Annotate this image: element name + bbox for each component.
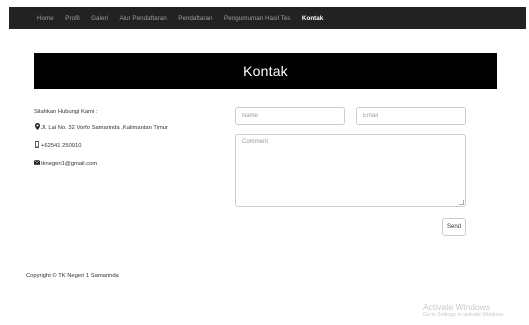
- contact-info: Silahkan Hubungi Kami : Jl. Lai No. 32 V…: [33, 107, 224, 177]
- nav-item-galeri[interactable]: Galeri: [91, 15, 108, 22]
- contact-heading: Silahkan Hubungi Kami :: [34, 109, 98, 115]
- nav-item-home[interactable]: Home: [37, 15, 54, 22]
- nav-item-pengumuman-hasil-tes[interactable]: Pengumuman Hasil Tes: [224, 15, 290, 22]
- top-navbar: Home Profil Galeri Alur Pendaftaran Pend…: [9, 7, 526, 29]
- footer-copyright: Copyright © TK Negeri 1 Samarinda: [26, 273, 119, 279]
- watermark-title: Activate Windows: [423, 302, 491, 312]
- contact-phone-line: +62541 250910: [34, 140, 224, 152]
- contact-email-line: tknegeri1@gmail.com: [33, 159, 224, 169]
- nav-item-alur-pendaftaran[interactable]: Alur Pendaftaran: [119, 15, 166, 22]
- nav-item-profil[interactable]: Profil: [65, 15, 79, 22]
- comment-textarea[interactable]: [235, 134, 466, 207]
- send-button[interactable]: Send: [442, 218, 466, 236]
- nav-item-kontak[interactable]: Kontak: [302, 15, 323, 22]
- contact-phone: +62541 250910: [41, 143, 82, 149]
- watermark-subtitle: Go to Settings to activate Windows.: [423, 312, 505, 318]
- envelope-icon: [33, 159, 41, 169]
- page-banner: Kontak: [34, 53, 497, 89]
- contact-email: tknegeri1@gmail.com: [41, 161, 98, 167]
- page-title: Kontak: [243, 63, 288, 79]
- contact-address: Jl. Lai No. 32 Vorfo Samarinda ,Kalimant…: [41, 125, 168, 131]
- activate-windows-watermark: Activate Windows Go to Settings to activ…: [423, 302, 505, 319]
- nav-item-pendaftaran[interactable]: Pendaftaran: [178, 15, 212, 22]
- email-input[interactable]: [356, 107, 466, 125]
- name-input[interactable]: [235, 107, 345, 125]
- map-marker-icon: [34, 122, 40, 134]
- mobile-phone-icon: [34, 140, 40, 152]
- contact-address-line: Jl. Lai No. 32 Vorfo Samarinda ,Kalimant…: [34, 122, 224, 134]
